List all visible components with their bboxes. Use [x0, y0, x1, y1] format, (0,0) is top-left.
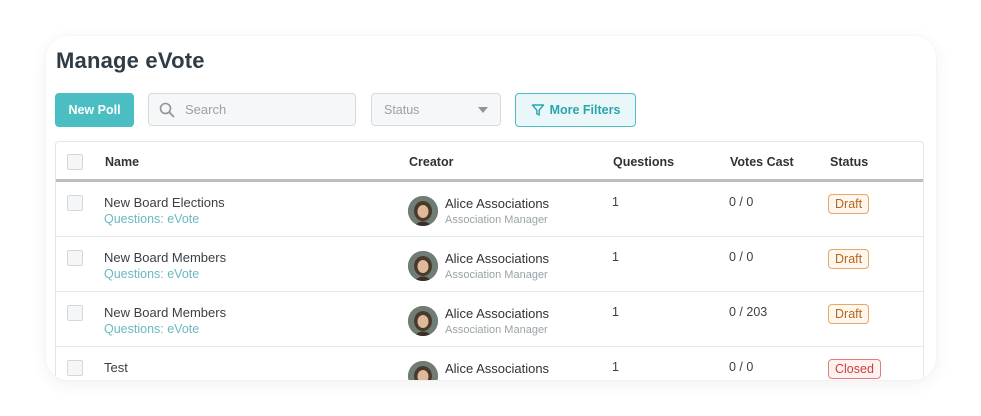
search-input[interactable] [185, 102, 345, 117]
votes-cast: 0 / 0 [729, 195, 754, 209]
column-header-questions[interactable]: Questions [613, 155, 674, 169]
chevron-down-icon [478, 106, 488, 113]
avatar [408, 196, 438, 226]
filter-icon [531, 103, 545, 117]
avatar [408, 251, 438, 281]
evote-card: Manage eVote New Poll Status More Filter… [46, 36, 936, 380]
polls-table: Name Creator Questions Votes Cast Status… [55, 141, 924, 380]
column-header-creator[interactable]: Creator [409, 155, 453, 169]
questions-count: 1 [612, 250, 619, 264]
page-title: Manage eVote [56, 48, 205, 73]
creator-name: Alice Associations [445, 251, 550, 266]
row-checkbox[interactable] [67, 360, 83, 376]
creator-name: Alice Associations [445, 306, 550, 321]
votes-cast: 0 / 0 [729, 250, 754, 264]
avatar [408, 361, 438, 380]
poll-name[interactable]: Test [104, 360, 128, 375]
more-filters-label: More Filters [549, 103, 621, 117]
row-checkbox[interactable] [67, 195, 83, 211]
status-select-value: Status [384, 102, 420, 117]
column-header-votes-cast[interactable]: Votes Cast [730, 155, 794, 169]
row-checkbox[interactable] [67, 305, 83, 321]
poll-subtitle: Questions: eVote [104, 267, 200, 281]
select-all-checkbox[interactable] [67, 154, 83, 170]
status-badge: Draft [828, 249, 870, 269]
poll-name[interactable]: New Board Members [104, 250, 226, 265]
column-header-status[interactable]: Status [830, 155, 868, 169]
more-filters-button[interactable]: More Filters [515, 93, 636, 127]
creator-role: Association Manager [445, 269, 548, 281]
questions-count: 1 [612, 360, 619, 374]
avatar [408, 306, 438, 336]
search-icon [159, 101, 177, 119]
toolbar: New Poll Status More Filters [55, 93, 935, 127]
votes-cast: 0 / 203 [729, 305, 768, 319]
poll-subtitle: Questions: eVote [104, 322, 200, 336]
table-row[interactable]: New Board Elections Questions: eVote Ali… [56, 182, 923, 237]
poll-name[interactable]: New Board Members [104, 305, 226, 320]
column-header-name[interactable]: Name [105, 155, 139, 169]
votes-cast: 0 / 0 [729, 360, 754, 374]
table-row[interactable]: New Board Members Questions: eVote Alice… [56, 292, 923, 347]
row-checkbox[interactable] [67, 250, 83, 266]
questions-count: 1 [612, 305, 619, 319]
poll-subtitle: Questions: eVote [104, 212, 200, 226]
table-row[interactable]: Test Alice Associations 1 0 / 0 Closed [56, 347, 923, 380]
new-poll-button[interactable]: New Poll [55, 93, 134, 127]
questions-count: 1 [612, 195, 619, 209]
poll-name[interactable]: New Board Elections [104, 195, 225, 210]
creator-role: Association Manager [445, 214, 548, 226]
status-badge: Closed [828, 359, 881, 379]
table-row[interactable]: New Board Members Questions: eVote Alice… [56, 237, 923, 292]
table-header: Name Creator Questions Votes Cast Status [56, 142, 923, 182]
status-select[interactable]: Status [371, 93, 501, 126]
creator-role: Association Manager [445, 324, 548, 336]
creator-name: Alice Associations [445, 196, 550, 211]
creator-name: Alice Associations [445, 361, 550, 376]
status-badge: Draft [828, 194, 870, 214]
search-box[interactable] [148, 93, 356, 126]
status-badge: Draft [828, 304, 870, 324]
